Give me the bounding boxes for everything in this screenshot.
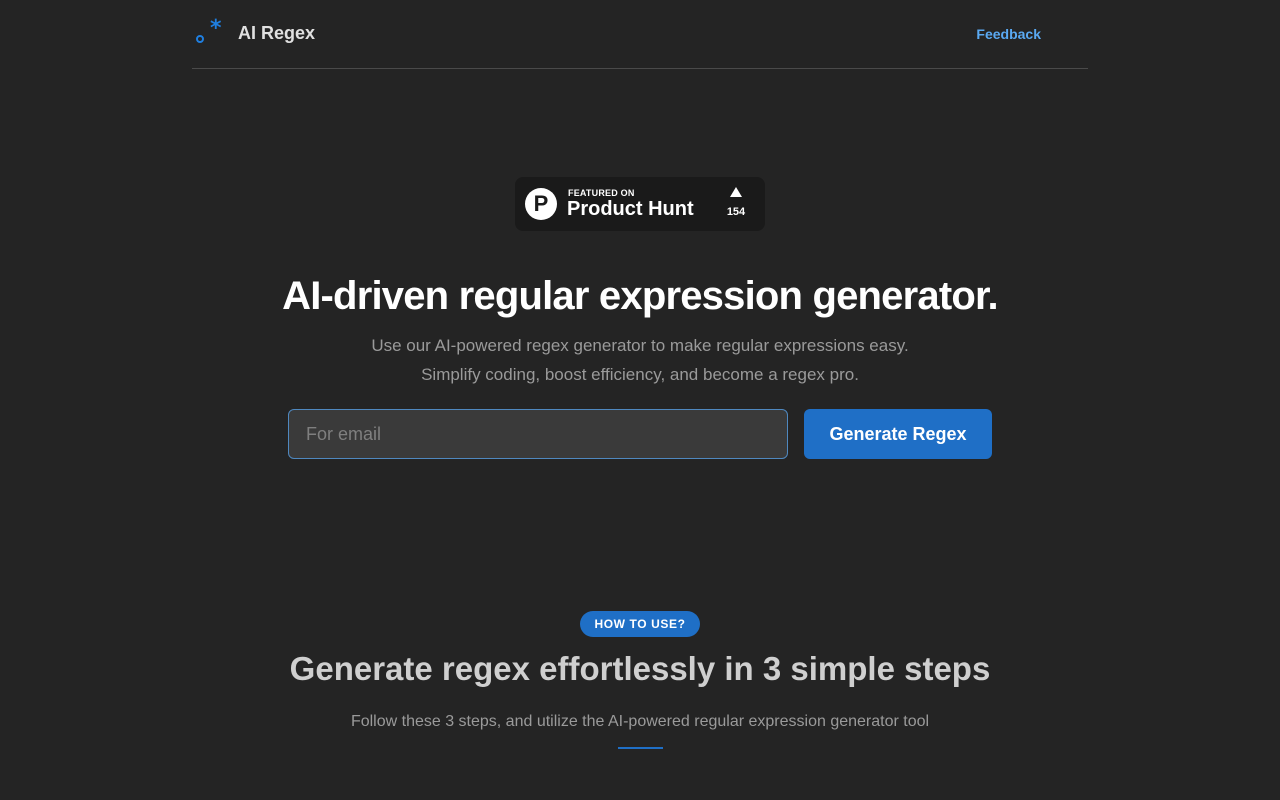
regex-prompt-input[interactable] (288, 409, 788, 459)
steps-section-subtitle: Follow these 3 steps, and utilize the AI… (350, 713, 930, 730)
hero-subtitle-line2: Simplify coding, boost efficiency, and b… (421, 365, 859, 384)
hero-subtitle-line1: Use our AI-powered regex generator to ma… (371, 336, 909, 355)
product-hunt-badge[interactable]: P FEATURED ON Product Hunt 154 (515, 177, 765, 231)
logo-asterisk-icon: * (210, 16, 222, 41)
upvote-count: 154 (726, 206, 746, 218)
feedback-link[interactable]: Feedback (976, 26, 1041, 42)
product-hunt-logo-icon: P (525, 188, 557, 220)
generate-regex-button[interactable]: Generate Regex (804, 409, 992, 459)
steps-section-title: Generate regex effortlessly in 3 simple … (289, 650, 991, 687)
brand-name[interactable]: AI Regex (238, 23, 315, 44)
section-divider (618, 747, 663, 749)
product-hunt-name: Product Hunt (567, 198, 694, 220)
upvote-arrow-icon (730, 187, 742, 197)
product-hunt-featured-label: FEATURED ON (568, 188, 635, 198)
how-to-use-badge: HOW TO USE? (580, 611, 700, 637)
regex-logo-icon[interactable]: * (196, 18, 222, 46)
hero-title: AI-driven regular expression generator. (282, 274, 999, 318)
logo-dot-icon (196, 35, 204, 43)
site-header: * AI Regex Feedback (192, 0, 1088, 69)
